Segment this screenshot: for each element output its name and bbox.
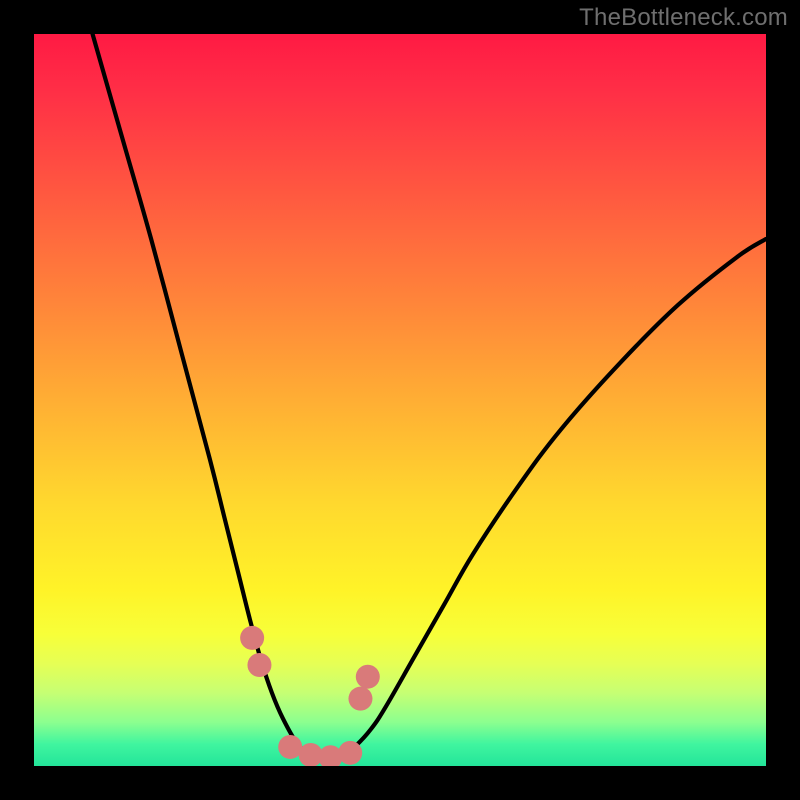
data-marker (348, 687, 372, 711)
data-marker (247, 653, 271, 677)
data-marker (278, 735, 302, 759)
plot-area (34, 34, 766, 766)
series-left-curve (93, 34, 327, 762)
chart-svg (34, 34, 766, 766)
data-marker (338, 741, 362, 765)
data-marker (356, 665, 380, 689)
marker-group (240, 626, 380, 766)
series-right-curve (327, 239, 766, 762)
curve-group (93, 34, 766, 762)
chart-frame: TheBottleneck.com (0, 0, 800, 800)
watermark-text: TheBottleneck.com (579, 4, 788, 32)
data-marker (240, 626, 264, 650)
